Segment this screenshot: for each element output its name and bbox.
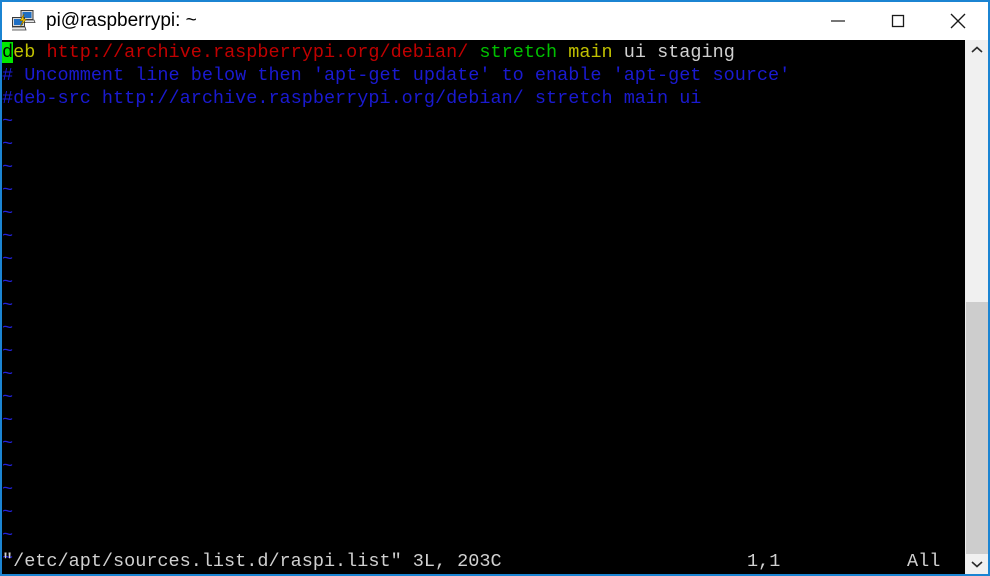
terminal-empty-line: ~ xyxy=(2,340,966,363)
terminal-empty-line: ~ xyxy=(2,455,966,478)
putty-icon xyxy=(10,10,36,32)
tilde-marker: ~ xyxy=(2,479,14,500)
terminal-empty-line: ~ xyxy=(2,317,966,340)
vim-scroll-indicator: All xyxy=(907,551,941,572)
terminal-screen[interactable]: deb http://archive.raspberrypi.org/debia… xyxy=(2,40,966,574)
tilde-marker: ~ xyxy=(2,502,14,523)
scrollbar-thumb[interactable] xyxy=(966,302,988,554)
terminal-empty-line: ~ xyxy=(2,271,966,294)
tilde-marker: ~ xyxy=(2,272,14,293)
tilde-marker: ~ xyxy=(2,111,14,132)
terminal-empty-line: ~ xyxy=(2,202,966,225)
tilde-marker: ~ xyxy=(2,341,14,362)
tilde-marker: ~ xyxy=(2,410,14,431)
window-titlebar[interactable]: pi@raspberrypi: ~ xyxy=(2,2,988,40)
tilde-marker: ~ xyxy=(2,433,14,454)
chevron-down-icon[interactable] xyxy=(966,554,988,574)
putty-window: pi@raspberrypi: ~ deb http://archive.ras… xyxy=(0,0,990,576)
terminal-cursor: d xyxy=(2,42,14,63)
terminal-empty-line: ~ xyxy=(2,133,966,156)
terminal-empty-line: ~ xyxy=(2,363,966,386)
vim-status-filename: "/etc/apt/sources.list.d/raspi.list" 3L,… xyxy=(2,551,502,572)
terminal-empty-line: ~ xyxy=(2,478,966,501)
tilde-marker: ~ xyxy=(2,134,14,155)
terminal-text: stretch xyxy=(479,42,558,63)
terminal-text: eb xyxy=(13,42,36,63)
terminal-empty-line: ~ xyxy=(2,225,966,248)
close-button[interactable] xyxy=(928,2,988,40)
terminal-text: # Uncomment line below then 'apt-get upd… xyxy=(2,65,791,86)
tilde-marker: ~ xyxy=(2,525,14,546)
terminal-empty-line: ~ xyxy=(2,501,966,524)
tilde-marker: ~ xyxy=(2,226,14,247)
tilde-marker: ~ xyxy=(2,295,14,316)
maximize-button[interactable] xyxy=(868,2,928,40)
chevron-up-icon[interactable] xyxy=(966,40,988,60)
tilde-marker: ~ xyxy=(2,203,14,224)
terminal-empty-line: ~ xyxy=(2,386,966,409)
window-controls xyxy=(808,2,988,40)
terminal-text: ui staging xyxy=(612,42,735,63)
terminal-empty-line: ~ xyxy=(2,248,966,271)
tilde-marker: ~ xyxy=(2,249,14,270)
terminal-line: # Uncomment line below then 'apt-get upd… xyxy=(2,64,966,87)
terminal-line: #deb-src http://archive.raspberrypi.org/… xyxy=(2,87,966,110)
terminal-text: main xyxy=(568,42,613,63)
terminal-text: #deb-src http://archive.raspberrypi.org/… xyxy=(2,88,702,109)
tilde-marker: ~ xyxy=(2,180,14,201)
terminal-empty-line: ~ xyxy=(2,409,966,432)
terminal-empty-line: ~ xyxy=(2,294,966,317)
vim-cursor-position: 1,1 xyxy=(747,551,781,572)
terminal-line: deb http://archive.raspberrypi.org/debia… xyxy=(2,41,966,64)
terminal-buffer: deb http://archive.raspberrypi.org/debia… xyxy=(2,41,966,570)
tilde-marker: ~ xyxy=(2,387,14,408)
terminal-empty-line: ~ xyxy=(2,432,966,455)
vim-status-line: "/etc/apt/sources.list.d/raspi.list" 3L,… xyxy=(2,549,966,574)
vertical-scrollbar[interactable] xyxy=(965,40,988,574)
terminal-empty-line: ~ xyxy=(2,179,966,202)
tilde-marker: ~ xyxy=(2,157,14,178)
tilde-marker: ~ xyxy=(2,364,14,385)
terminal-empty-line: ~ xyxy=(2,156,966,179)
tilde-marker: ~ xyxy=(2,456,14,477)
minimize-button[interactable] xyxy=(808,2,868,40)
tilde-marker: ~ xyxy=(2,318,14,339)
window-title: pi@raspberrypi: ~ xyxy=(46,10,197,31)
terminal-empty-line: ~ xyxy=(2,524,966,547)
terminal-text: http://archive.raspberrypi.org/debian/ xyxy=(46,42,469,63)
terminal-empty-line: ~ xyxy=(2,110,966,133)
